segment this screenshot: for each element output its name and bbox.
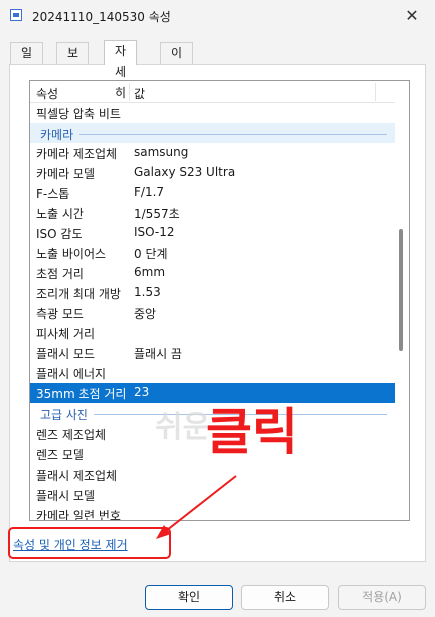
tab-details[interactable]: 자세히 xyxy=(104,40,138,100)
cancel-button[interactable]: 취소 xyxy=(241,585,329,610)
ok-button[interactable]: 확인 xyxy=(145,585,233,610)
annotation-arrow-icon xyxy=(156,475,237,539)
apply-button[interactable]: 적용(A) xyxy=(338,585,426,610)
